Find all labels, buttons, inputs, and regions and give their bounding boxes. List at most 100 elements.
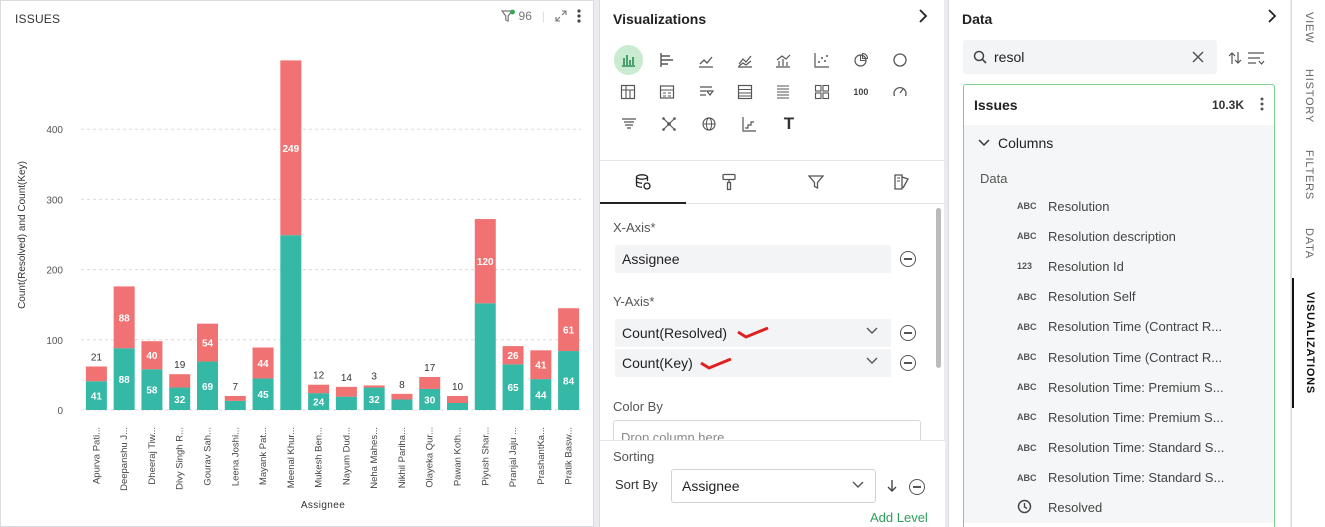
tab-view[interactable]: VIEW xyxy=(1292,8,1325,48)
data-label-key: 120 xyxy=(477,257,494,268)
column-item[interactable]: ABC Resolution Time: Standard S... xyxy=(964,462,1274,493)
tab-data[interactable]: DATA xyxy=(1292,215,1325,271)
combo-chart-icon[interactable] xyxy=(769,45,798,75)
column-item[interactable]: 123 Resolution Id xyxy=(964,251,1274,282)
sort-icon[interactable] xyxy=(1228,51,1242,65)
data-title: Data xyxy=(962,11,993,27)
remove-x-axis-icon[interactable] xyxy=(900,251,916,267)
chevron-down-icon xyxy=(852,481,864,488)
bar-resolved xyxy=(224,400,246,410)
globe-icon[interactable] xyxy=(694,109,724,139)
remove-y-axis-2-icon[interactable] xyxy=(900,355,916,371)
column-item[interactable]: Resolved xyxy=(964,492,1274,524)
tab-view-label: VIEW xyxy=(1303,12,1315,44)
data-label-resolved: 58 xyxy=(146,386,158,397)
line-chart-icon[interactable] xyxy=(692,45,721,75)
remove-sort-icon[interactable] xyxy=(909,479,925,495)
tab-history[interactable]: HISTORY xyxy=(1292,66,1325,126)
columns-toggle[interactable]: Columns xyxy=(964,125,1274,161)
data-label-key: 88 xyxy=(119,313,131,324)
x-tick-label: Nayum Dud... xyxy=(341,427,352,485)
tab-conditional-format[interactable] xyxy=(859,161,945,203)
pivot-table-icon[interactable] xyxy=(614,77,643,107)
data-label-resolved: 24 xyxy=(313,398,325,409)
remove-y-axis-1-icon[interactable] xyxy=(900,325,916,341)
data-label-key: 3 xyxy=(371,371,377,382)
column-chart-icon[interactable] xyxy=(614,45,643,75)
y-tick-label: 100 xyxy=(46,336,63,347)
funnel-chart-icon[interactable] xyxy=(614,109,644,139)
tab-data-fields[interactable] xyxy=(600,161,687,204)
database-icon xyxy=(635,174,651,190)
bar-chart-icon[interactable] xyxy=(653,45,682,75)
tab-format[interactable] xyxy=(686,161,772,203)
column-item[interactable]: ABC Resolution Time (Contract R... xyxy=(964,311,1274,342)
column-item[interactable]: ABC Resolution xyxy=(964,191,1274,222)
network-icon[interactable] xyxy=(654,109,684,139)
more-options-icon[interactable] xyxy=(1260,97,1264,114)
tab-visualizations[interactable]: VISUALIZATIONS xyxy=(1292,278,1325,408)
sorting-label: Sorting xyxy=(613,449,655,464)
column-name: Resolution Self xyxy=(1048,289,1136,305)
viz-panel-scrollbar[interactable] xyxy=(936,208,941,368)
detail-table-icon[interactable] xyxy=(653,77,682,107)
red-checkmark-annotation xyxy=(700,358,732,370)
column-item[interactable]: ABC Resolution Time: Premium S... xyxy=(964,402,1274,433)
data-search-input[interactable]: resol xyxy=(963,40,1217,74)
column-type-label: ABC xyxy=(1017,442,1037,453)
x-tick-label: Meenal Khur... xyxy=(286,427,297,488)
column-item[interactable]: ABC Resolution Time: Standard S... xyxy=(964,432,1274,463)
chevron-right-icon[interactable] xyxy=(1267,9,1277,28)
column-type-label: ABC xyxy=(1017,291,1037,302)
column-name: Resolved xyxy=(1048,500,1103,516)
table-icon[interactable] xyxy=(730,77,759,107)
column-item[interactable]: ABC Resolution Time (Contract R... xyxy=(964,341,1274,373)
chevron-down-icon xyxy=(978,139,990,147)
color-by-dropzone[interactable]: Drop column here xyxy=(613,420,921,442)
x-tick-label: Divy Singh R... xyxy=(175,427,186,490)
number-icon[interactable]: 100 xyxy=(847,77,876,107)
dataset-name: Issues xyxy=(974,97,1018,113)
dataset-count: 10.3K xyxy=(1211,98,1244,112)
bar-chart: 0 100 200 300 400 Count(Resolved) and Count(K… xyxy=(17,60,581,511)
x-tick-label: Olayeka Qur... xyxy=(425,427,436,488)
sort-by-select[interactable]: Assignee xyxy=(671,469,876,503)
y-axis-field-2[interactable]: Count(Key) xyxy=(615,349,891,377)
close-icon[interactable] xyxy=(1191,50,1205,64)
column-item[interactable]: ABC Resolution Time: Premium S... xyxy=(964,372,1274,403)
filter-list-icon[interactable] xyxy=(1247,51,1265,65)
app-root: ISSUES 96 | 0 100 200 300 400 Count(Resolved)… xyxy=(0,0,1325,527)
data-label-key: 44 xyxy=(257,359,269,370)
sort-descending-icon[interactable] xyxy=(886,479,898,493)
y-axis-field-1[interactable]: Count(Resolved) xyxy=(615,319,891,347)
summary-table-icon[interactable] xyxy=(769,77,798,107)
scatter-chart-icon[interactable] xyxy=(808,45,837,75)
color-by-label: Color By xyxy=(613,399,663,414)
tab-filters[interactable] xyxy=(773,161,859,203)
dataset-header[interactable]: Issues 10.3K xyxy=(964,85,1274,125)
chevron-down-icon[interactable] xyxy=(865,354,879,368)
column-item[interactable]: ABC Resolution Self xyxy=(964,281,1274,312)
tab-filters[interactable]: FILTERS xyxy=(1292,146,1325,204)
column-name: Resolution Time: Standard S... xyxy=(1048,440,1225,456)
y-tick-label: 0 xyxy=(57,406,63,417)
chevron-down-icon[interactable] xyxy=(865,324,879,338)
gauge-icon[interactable] xyxy=(885,77,914,107)
x-axis-field[interactable]: Assignee xyxy=(615,245,891,273)
add-level-link[interactable]: Add Level xyxy=(870,510,928,525)
pie-chart-icon[interactable] xyxy=(847,45,876,75)
area-chart-icon[interactable] xyxy=(730,45,759,75)
step-chart-icon[interactable] xyxy=(734,109,764,139)
donut-chart-icon[interactable] xyxy=(885,45,914,75)
column-type-label: ABC xyxy=(1017,412,1037,423)
column-type-label: ABC xyxy=(1017,321,1037,332)
visualizations-title: Visualizations xyxy=(613,11,707,27)
filtered-table-icon[interactable] xyxy=(692,77,721,107)
column-name: Resolution Time (Contract R... xyxy=(1048,349,1223,365)
card-grid-icon[interactable] xyxy=(808,77,837,107)
data-label-key: 41 xyxy=(535,361,547,372)
chevron-right-icon[interactable] xyxy=(918,9,928,28)
column-item[interactable]: ABC Resolution description xyxy=(964,221,1274,252)
text-widget-icon[interactable]: T xyxy=(774,109,804,139)
search-value: resol xyxy=(994,49,1025,65)
